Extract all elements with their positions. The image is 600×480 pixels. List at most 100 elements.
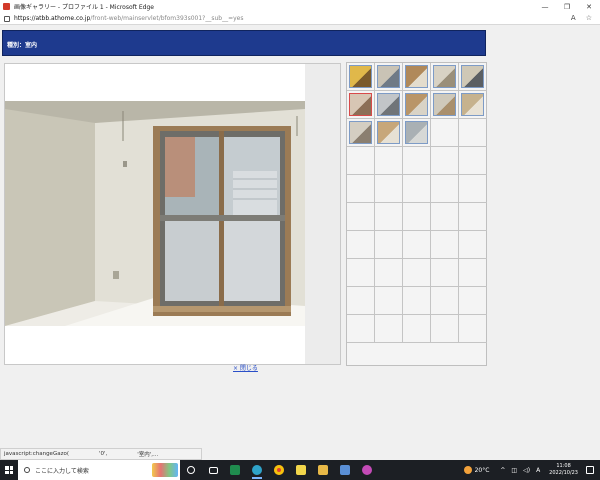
thumbnail-image[interactable] <box>349 93 372 116</box>
volume-icon[interactable]: ◁) <box>523 467 530 474</box>
thumbnail-cell <box>431 231 459 259</box>
thumbnail-cell <box>347 287 375 315</box>
thumbnail-image[interactable] <box>377 65 400 88</box>
chrome-icon[interactable] <box>268 460 290 480</box>
main-image-frame <box>4 63 341 365</box>
thumbnail-cell[interactable] <box>459 63 487 91</box>
url-field[interactable]: https://atbb.athome.co.jp/front-web/main… <box>14 15 244 22</box>
address-bar-icons: A ☆ <box>571 14 592 22</box>
weather-widget[interactable]: 20°C <box>463 466 490 474</box>
thumbnail-cell <box>459 203 487 231</box>
thumbnail-cell <box>347 259 375 287</box>
gallery-app-icon <box>3 3 10 10</box>
thumbnail-cell <box>431 203 459 231</box>
thumbnail-cell[interactable] <box>375 91 403 119</box>
taskbar-search[interactable]: ここに入力して検索 <box>18 460 180 480</box>
clock[interactable]: 11:08 2022/10/23 <box>549 463 578 477</box>
window-titlebar: 画像ギャラリー - プロファイル 1 - Microsoft Edge — ❐ … <box>0 0 600 13</box>
image-panel <box>5 64 305 364</box>
notification-icon[interactable] <box>586 466 594 474</box>
network-icon[interactable]: ◫ <box>511 467 517 474</box>
thumbnail-cell <box>459 259 487 287</box>
clock-time: 11:08 <box>556 463 571 469</box>
lock-icon[interactable] <box>4 15 10 22</box>
weather-temp: 20°C <box>474 466 490 474</box>
thumbnail-cell[interactable] <box>375 63 403 91</box>
window-title: 画像ギャラリー - プロファイル 1 - Microsoft Edge <box>14 4 154 11</box>
thumbnail-cell[interactable] <box>403 119 431 147</box>
thumbnail-image[interactable] <box>349 121 372 144</box>
thumbnail-cell[interactable] <box>347 119 375 147</box>
address-bar[interactable]: https://atbb.athome.co.jp/front-web/main… <box>0 13 600 25</box>
chevron-up-icon[interactable]: ^ <box>500 467 505 474</box>
snipping-tool-icon[interactable] <box>356 460 378 480</box>
thumbnail-cell[interactable] <box>403 91 431 119</box>
thumbnail-cell[interactable] <box>431 63 459 91</box>
thumbnail-cell <box>459 231 487 259</box>
gallery-header: 種別：室内 <box>2 30 486 56</box>
thumbnail-cell <box>375 203 403 231</box>
thumbnail-image[interactable] <box>405 121 428 144</box>
sun-icon <box>463 466 472 474</box>
sticky-notes-icon[interactable] <box>290 460 312 480</box>
cortana-icon[interactable] <box>180 460 202 480</box>
search-highlight-image[interactable] <box>152 463 178 477</box>
thumbnail-cell <box>347 175 375 203</box>
thumbnail-cell <box>347 315 375 343</box>
status-mid: '0', <box>98 451 108 457</box>
thumbnail-cell <box>375 231 403 259</box>
search-icon <box>24 467 30 473</box>
thumbnail-cell[interactable] <box>347 63 375 91</box>
thumbnail-cell[interactable] <box>375 119 403 147</box>
thumbnail-image[interactable] <box>461 93 484 116</box>
close-link[interactable]: × 閉じる <box>233 363 258 372</box>
status-left: javascript:changeGazo( <box>4 451 69 457</box>
file-explorer-icon[interactable] <box>312 460 334 480</box>
start-button[interactable] <box>0 460 18 480</box>
thumbnail-image[interactable] <box>377 121 400 144</box>
close-window-button[interactable]: ✕ <box>578 0 600 13</box>
thumbnail-cell[interactable] <box>431 91 459 119</box>
thumbnail-cell <box>403 315 431 343</box>
ime-indicator[interactable]: A <box>536 467 540 474</box>
search-placeholder: ここに入力して検索 <box>35 467 89 475</box>
thumbnail-cell <box>403 147 431 175</box>
thumbnail-cell <box>459 147 487 175</box>
thumbnail-image[interactable] <box>433 65 456 88</box>
edge-icon[interactable] <box>246 460 268 480</box>
thumbnail-cell <box>403 175 431 203</box>
status-right: '室内',... <box>137 452 159 458</box>
thumbnail-cell <box>375 175 403 203</box>
task-view-icon[interactable] <box>202 460 224 480</box>
thumbnail-image[interactable] <box>461 65 484 88</box>
thumbnail-cell[interactable] <box>459 91 487 119</box>
thumbnail-cell <box>459 175 487 203</box>
thumbnail-image[interactable] <box>377 93 400 116</box>
app-icon[interactable] <box>334 460 356 480</box>
read-aloud-icon[interactable]: A <box>571 14 576 22</box>
thumbnail-cell[interactable] <box>347 91 375 119</box>
thumbnail-grid <box>346 62 487 366</box>
favorite-star-icon[interactable]: ☆ <box>586 14 592 22</box>
thumbnail-cell <box>347 231 375 259</box>
thumbnail-image[interactable] <box>405 65 428 88</box>
url-path: /front-web/mainservlet/bfom393s001?__sub… <box>90 15 244 22</box>
thumbnail-cell <box>431 259 459 287</box>
excel-icon[interactable] <box>224 460 246 480</box>
thumbnail-cell <box>347 203 375 231</box>
thumbnail-image[interactable] <box>433 93 456 116</box>
thumbnail-image[interactable] <box>405 93 428 116</box>
system-tray: 20°C ^ ◫ ◁) A 11:08 2022/10/23 <box>463 460 600 480</box>
thumbnail-image[interactable] <box>349 65 372 88</box>
restore-button[interactable]: ❐ <box>556 0 578 13</box>
thumbnail-cell <box>403 203 431 231</box>
thumbnail-cell <box>431 315 459 343</box>
thumbnail-cell[interactable] <box>403 63 431 91</box>
minimize-button[interactable]: — <box>534 0 556 13</box>
thumbnail-cell <box>459 315 487 343</box>
thumbnail-cell <box>347 147 375 175</box>
thumbnail-cell <box>459 119 487 147</box>
windows-logo-icon <box>5 466 13 474</box>
url-domain: https://atbb.athome.co.jp <box>14 15 91 22</box>
thumbnail-cell <box>431 119 459 147</box>
